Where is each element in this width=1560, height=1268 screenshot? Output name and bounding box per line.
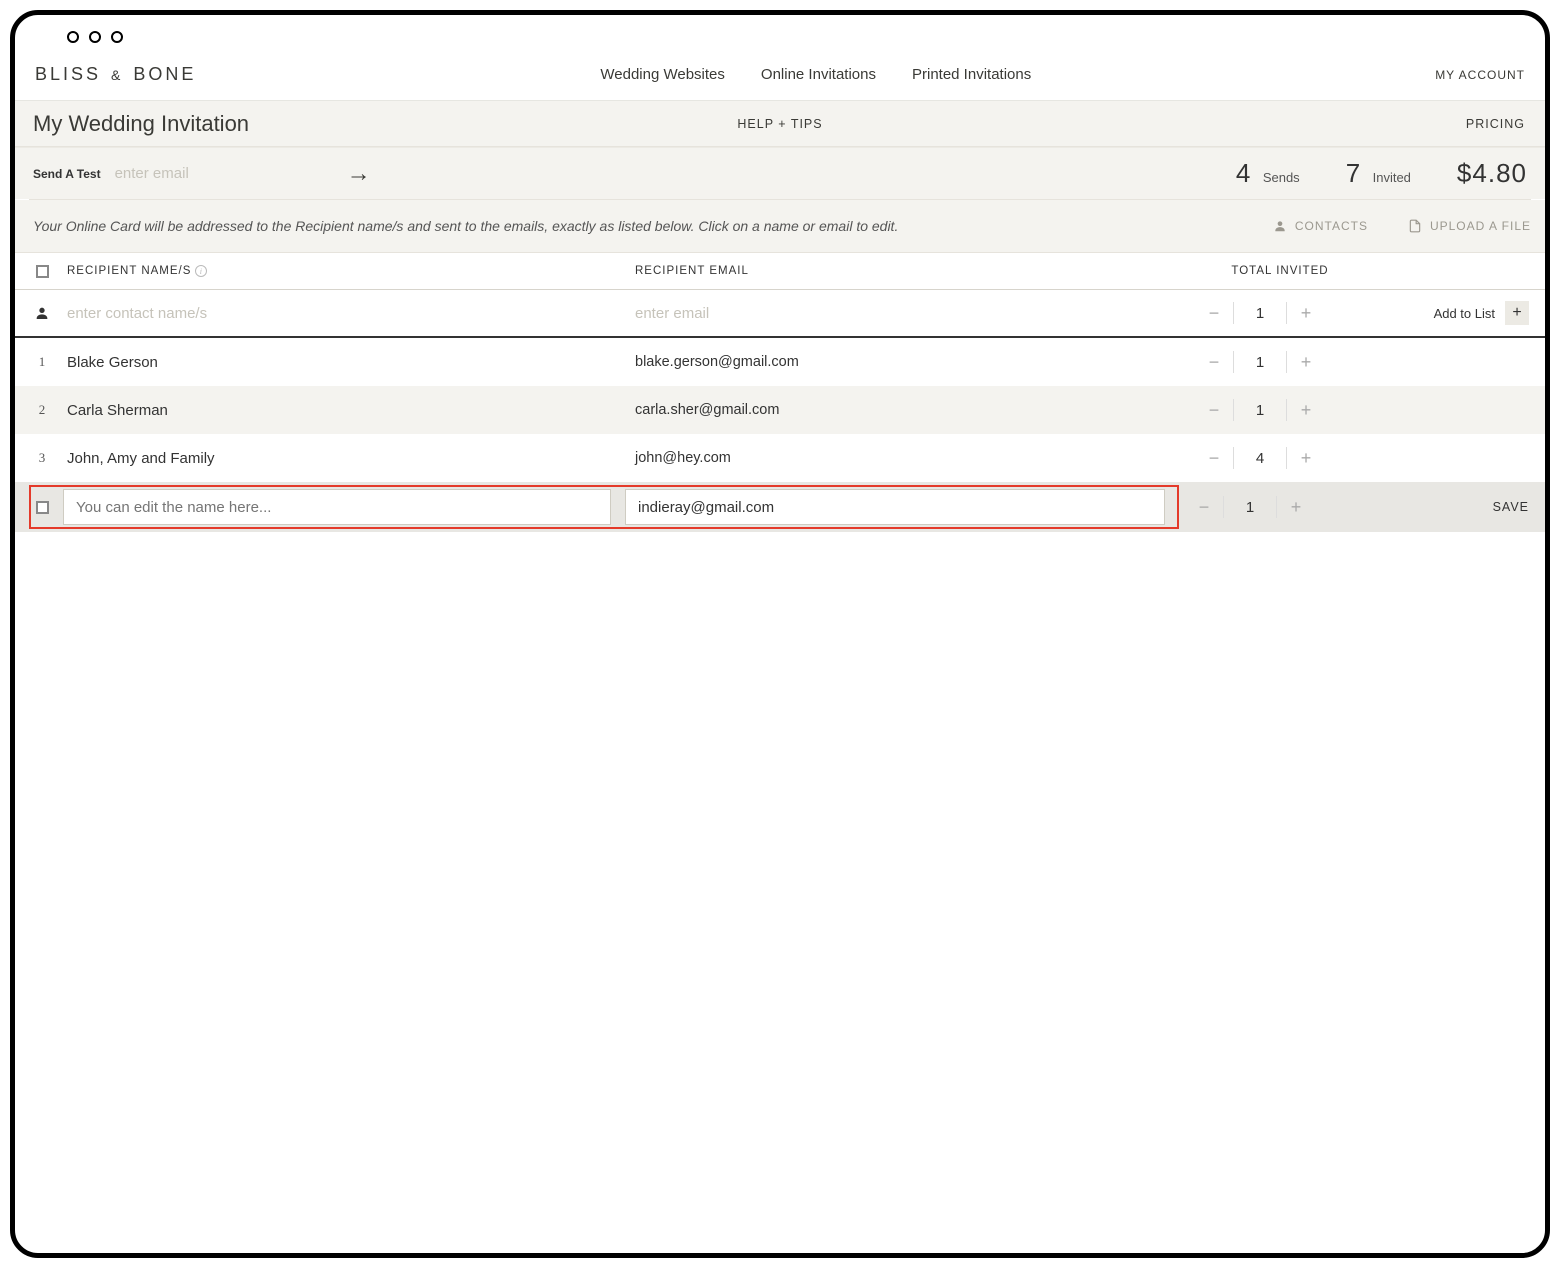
row-index: 2 [29, 402, 55, 418]
instruction-text: Your Online Card will be addressed to th… [29, 218, 898, 234]
increment-button[interactable]: + [1287, 299, 1325, 327]
instruction-row: Your Online Card will be addressed to th… [15, 200, 1545, 252]
edit-email-field[interactable] [625, 489, 1165, 525]
decrement-button[interactable]: − [1195, 348, 1233, 376]
contacts-button[interactable]: CONTACTS [1273, 219, 1368, 233]
count-stepper: − 4 + [1195, 444, 1365, 472]
edit-name-field[interactable] [63, 489, 611, 525]
row-checkbox[interactable] [36, 501, 49, 514]
stats-group: 4 Sends 7 Invited $4.80 [1236, 158, 1531, 189]
count-value: 1 [1234, 402, 1286, 419]
info-icon[interactable]: i [195, 265, 207, 277]
send-test-label: Send A Test [29, 167, 115, 181]
recipient-email[interactable]: john@hey.com [635, 450, 1175, 466]
brand-amp: & [109, 67, 125, 83]
col-header-name: RECIPIENT NAME/S i [55, 265, 635, 277]
stat-invited: 7 Invited [1346, 158, 1411, 189]
decrement-button[interactable]: − [1195, 444, 1233, 472]
recipient-name[interactable]: John, Amy and Family [55, 450, 635, 467]
sub-header: My Wedding Invitation HELP + TIPS PRICIN… [15, 101, 1545, 147]
window-controls [15, 15, 1545, 49]
person-icon [1273, 219, 1287, 233]
window-dot[interactable] [67, 31, 79, 43]
col-header-email: RECIPIENT EMAIL [635, 265, 1175, 277]
count-stepper: − 1 + [1185, 493, 1355, 521]
edit-name-input[interactable] [76, 499, 598, 516]
window-dot[interactable] [89, 31, 101, 43]
decrement-button[interactable]: − [1195, 396, 1233, 424]
help-tips-link[interactable]: HELP + TIPS [15, 117, 1545, 131]
recipient-email[interactable]: blake.gerson@gmail.com [635, 354, 1175, 370]
window-dot[interactable] [111, 31, 123, 43]
increment-button[interactable]: + [1287, 348, 1325, 376]
save-button[interactable]: SAVE [1493, 500, 1531, 514]
stat-sends: 4 Sends [1236, 158, 1300, 189]
row-index: 3 [29, 450, 55, 466]
add-name-input[interactable] [55, 305, 635, 322]
select-all-checkbox[interactable] [36, 265, 49, 278]
invited-number: 7 [1346, 158, 1360, 188]
decrement-button[interactable]: − [1185, 493, 1223, 521]
top-bar: BLISS & BONE Wedding Websites Online Inv… [15, 49, 1545, 101]
table-header: RECIPIENT NAME/S i RECIPIENT EMAIL TOTAL… [15, 252, 1545, 290]
upload-label: UPLOAD A FILE [1430, 219, 1531, 233]
price-display: $4.80 [1457, 158, 1527, 189]
send-test-input[interactable] [115, 165, 315, 182]
count-stepper: − 1 + [1195, 396, 1365, 424]
add-count-stepper: − 1 + [1195, 299, 1365, 327]
increment-button[interactable]: + [1287, 444, 1325, 472]
upload-file-button[interactable]: UPLOAD A FILE [1408, 219, 1531, 233]
count-value: 4 [1234, 450, 1286, 467]
col-header-total: TOTAL INVITED [1195, 265, 1365, 277]
recipient-name[interactable]: Carla Sherman [55, 402, 635, 419]
add-to-list-action: Add to List + [1434, 301, 1531, 325]
contacts-label: CONTACTS [1295, 219, 1368, 233]
add-to-list-label[interactable]: Add to List [1434, 306, 1495, 321]
edit-email-input[interactable] [638, 499, 1152, 516]
edit-row: − 1 + SAVE [15, 482, 1545, 532]
send-test-row: Send A Test → 4 Sends 7 Invited $4.80 [15, 147, 1545, 199]
row-index: 1 [29, 354, 55, 370]
decrement-button[interactable]: − [1195, 299, 1233, 327]
count-stepper: − 1 + [1195, 348, 1365, 376]
person-icon [29, 305, 55, 321]
recipient-email[interactable]: carla.sher@gmail.com [635, 402, 1175, 418]
nav-wedding-websites[interactable]: Wedding Websites [600, 66, 725, 83]
nav-printed-invitations[interactable]: Printed Invitations [912, 66, 1031, 83]
table-row: 2 Carla Sherman carla.sher@gmail.com − 1… [15, 386, 1545, 434]
add-count-value: 1 [1234, 305, 1286, 322]
send-test-submit-arrow-icon[interactable]: → [315, 162, 371, 186]
file-icon [1408, 219, 1422, 233]
brand-left: BLISS [35, 64, 101, 84]
increment-button[interactable]: + [1277, 493, 1315, 521]
brand-logo[interactable]: BLISS & BONE [29, 64, 196, 85]
invited-label: Invited [1365, 170, 1411, 185]
my-account-link[interactable]: MY ACCOUNT [1435, 68, 1531, 82]
sends-label: Sends [1255, 170, 1300, 185]
increment-button[interactable]: + [1287, 396, 1325, 424]
count-value: 1 [1224, 499, 1276, 516]
app-window: BLISS & BONE Wedding Websites Online Inv… [10, 10, 1550, 1258]
table-row: 3 John, Amy and Family john@hey.com − 4 … [15, 434, 1545, 482]
brand-right: BONE [133, 64, 196, 84]
top-nav: Wedding Websites Online Invitations Prin… [600, 66, 1031, 83]
add-email-input[interactable] [635, 305, 1175, 322]
help-actions: CONTACTS UPLOAD A FILE [1273, 219, 1531, 233]
add-contact-row: − 1 + Add to List + [15, 290, 1545, 338]
add-to-list-plus-button[interactable]: + [1505, 301, 1529, 325]
table-row: 1 Blake Gerson blake.gerson@gmail.com − … [15, 338, 1545, 386]
sends-number: 4 [1236, 158, 1250, 188]
count-value: 1 [1234, 354, 1286, 371]
recipient-name[interactable]: Blake Gerson [55, 354, 635, 371]
nav-online-invitations[interactable]: Online Invitations [761, 66, 876, 83]
